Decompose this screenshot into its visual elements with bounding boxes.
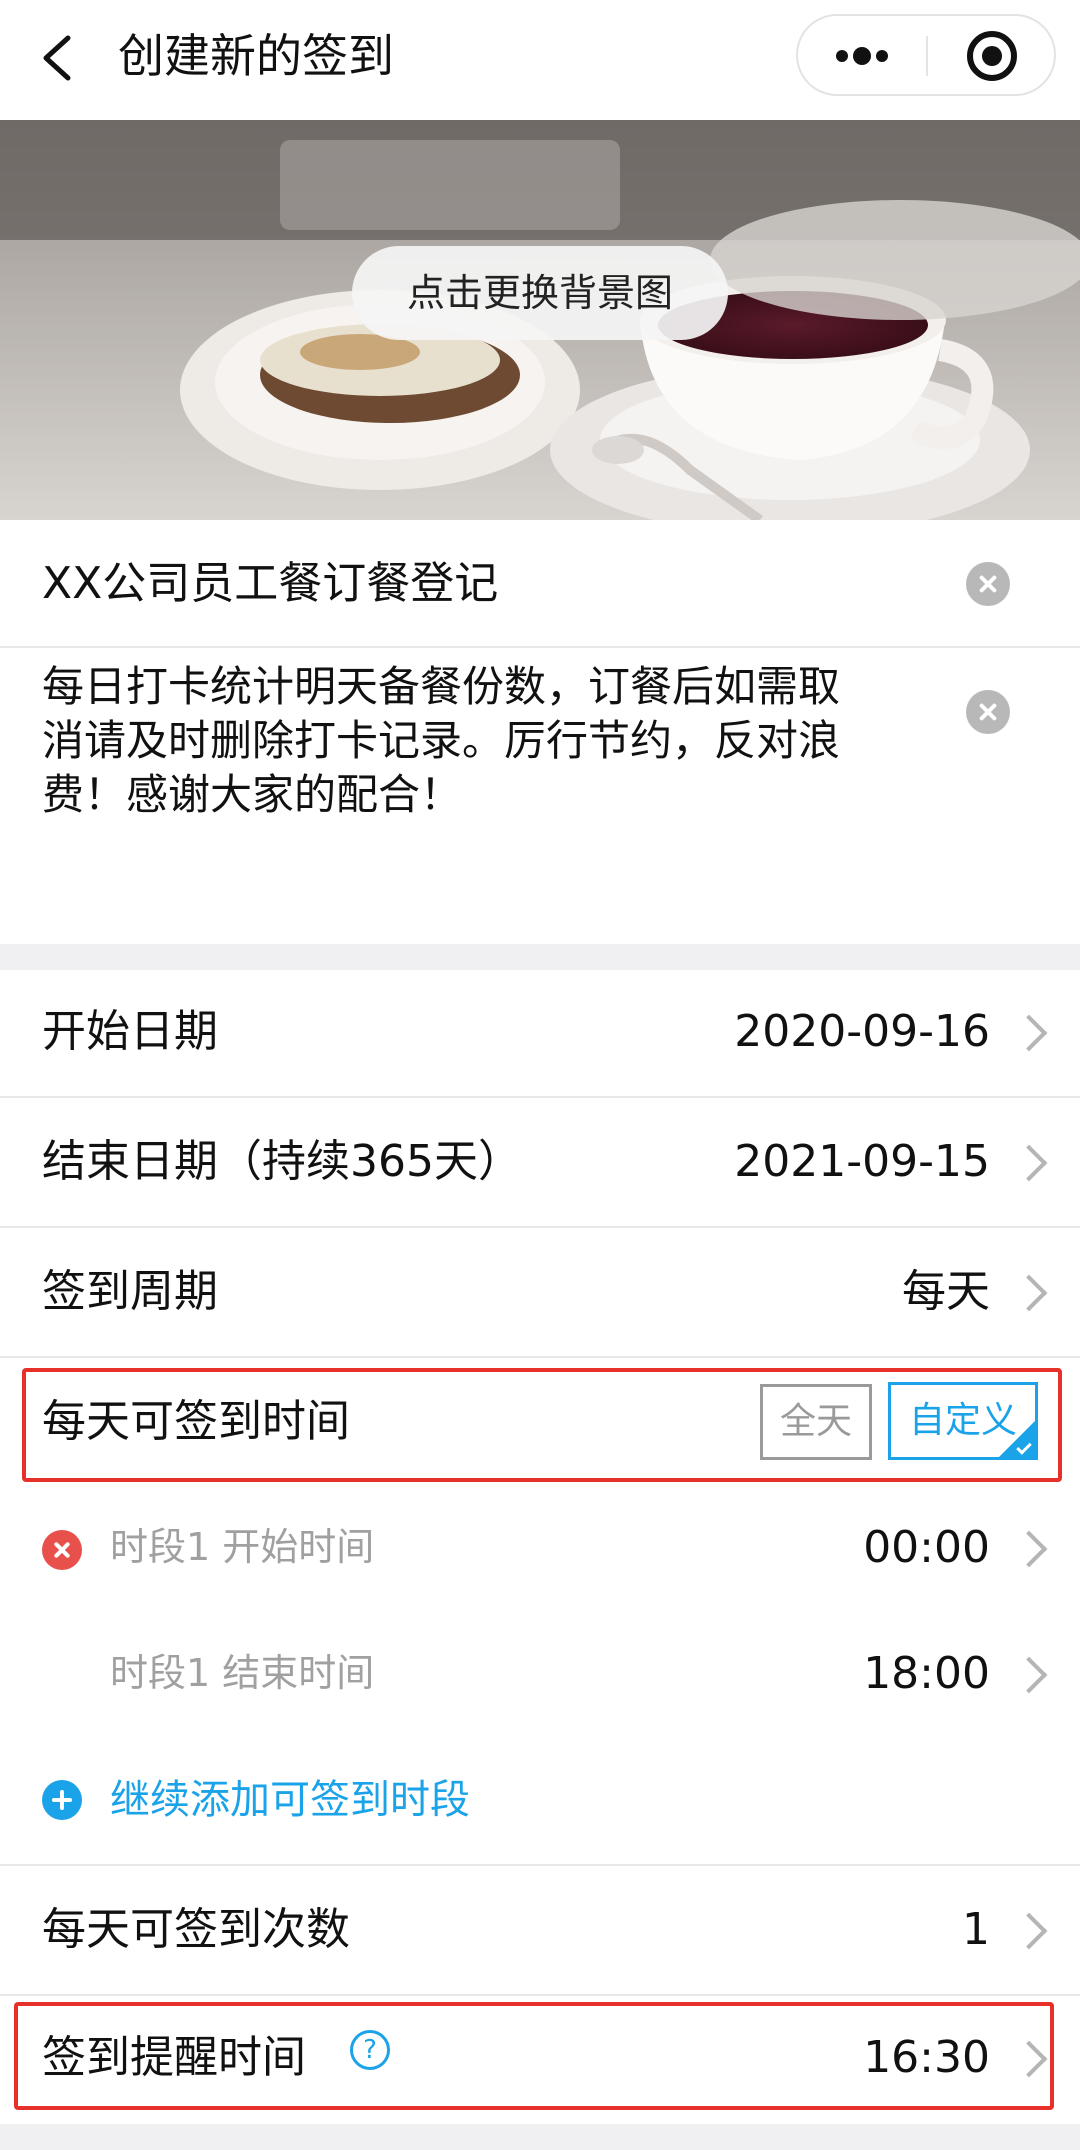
chevron-right-icon bbox=[1010, 1274, 1048, 1312]
end-date-row[interactable]: 结束日期（持续365天） 2021-09-15 bbox=[0, 1098, 1080, 1228]
period-1-start-row[interactable]: 时段1 开始时间 00:00 bbox=[0, 1486, 1080, 1612]
period-1-end-value: 18:00 bbox=[863, 1648, 990, 1699]
chevron-right-icon bbox=[1010, 1912, 1048, 1950]
highlight-box-reminder bbox=[14, 2002, 1054, 2110]
sign-in-cycle-value: 每天 bbox=[902, 1266, 990, 1317]
clear-description-icon[interactable] bbox=[966, 690, 1010, 734]
add-period-row[interactable]: 继续添加可签到时段 bbox=[0, 1738, 1080, 1866]
sign-in-cycle-label: 签到周期 bbox=[42, 1266, 218, 1317]
target-circle-icon bbox=[967, 31, 1017, 81]
period-1-start-label: 时段1 开始时间 bbox=[110, 1525, 375, 1569]
event-description-input[interactable]: 每日打卡统计明天备餐份数，订餐后如需取消请及时删除打卡记录。厉行节约，反对浪费！… bbox=[42, 660, 872, 822]
highlight-box-daily-time bbox=[22, 1368, 1062, 1482]
period-1-start-value: 00:00 bbox=[863, 1522, 990, 1573]
section-divider bbox=[0, 944, 1080, 970]
daily-count-label: 每天可签到次数 bbox=[42, 1904, 350, 1955]
chevron-right-icon bbox=[1010, 1014, 1048, 1052]
end-date-value: 2021-09-15 bbox=[734, 1136, 990, 1187]
end-date-label: 结束日期（持续365天） bbox=[42, 1136, 522, 1187]
back-button[interactable] bbox=[30, 24, 90, 88]
start-date-value: 2020-09-16 bbox=[734, 1006, 990, 1057]
period-1-end-row[interactable]: 时段1 结束时间 18:00 bbox=[0, 1612, 1080, 1738]
change-background-button[interactable]: 点击更换背景图 bbox=[352, 246, 728, 340]
remove-period-icon[interactable] bbox=[42, 1530, 82, 1570]
add-circle-icon bbox=[42, 1780, 82, 1820]
event-title-input[interactable]: XX公司员工餐订餐登记 bbox=[42, 554, 498, 614]
chevron-right-icon bbox=[1010, 1144, 1048, 1182]
daily-count-value: 1 bbox=[962, 1904, 990, 1955]
more-button[interactable] bbox=[798, 16, 926, 94]
more-dots-icon bbox=[836, 47, 888, 65]
clear-title-icon[interactable] bbox=[966, 562, 1010, 606]
daily-count-row[interactable]: 每天可签到次数 1 bbox=[0, 1866, 1080, 1996]
event-description-field[interactable]: 每日打卡统计明天备餐份数，订餐后如需取消请及时删除打卡记录。厉行节约，反对浪费！… bbox=[0, 650, 1080, 944]
chevron-left-icon bbox=[43, 35, 71, 81]
navigation-bar: 创建新的签到 bbox=[0, 0, 1080, 120]
mini-program-capsule bbox=[796, 14, 1056, 96]
bottom-gap bbox=[0, 2124, 1080, 2150]
start-date-row[interactable]: 开始日期 2020-09-16 bbox=[0, 970, 1080, 1098]
event-title-field[interactable]: XX公司员工餐订餐登记 bbox=[0, 520, 1080, 648]
chevron-right-icon bbox=[1010, 1530, 1048, 1568]
chevron-right-icon bbox=[1010, 1656, 1048, 1694]
add-period-label: 继续添加可签到时段 bbox=[110, 1777, 470, 1823]
start-date-label: 开始日期 bbox=[42, 1006, 218, 1057]
page-title: 创建新的签到 bbox=[118, 29, 394, 83]
period-1-end-label: 时段1 结束时间 bbox=[110, 1651, 375, 1695]
background-image-banner[interactable]: 点击更换背景图 bbox=[0, 120, 1080, 520]
close-mini-program-button[interactable] bbox=[928, 16, 1056, 94]
sign-in-cycle-row[interactable]: 签到周期 每天 bbox=[0, 1228, 1080, 1358]
